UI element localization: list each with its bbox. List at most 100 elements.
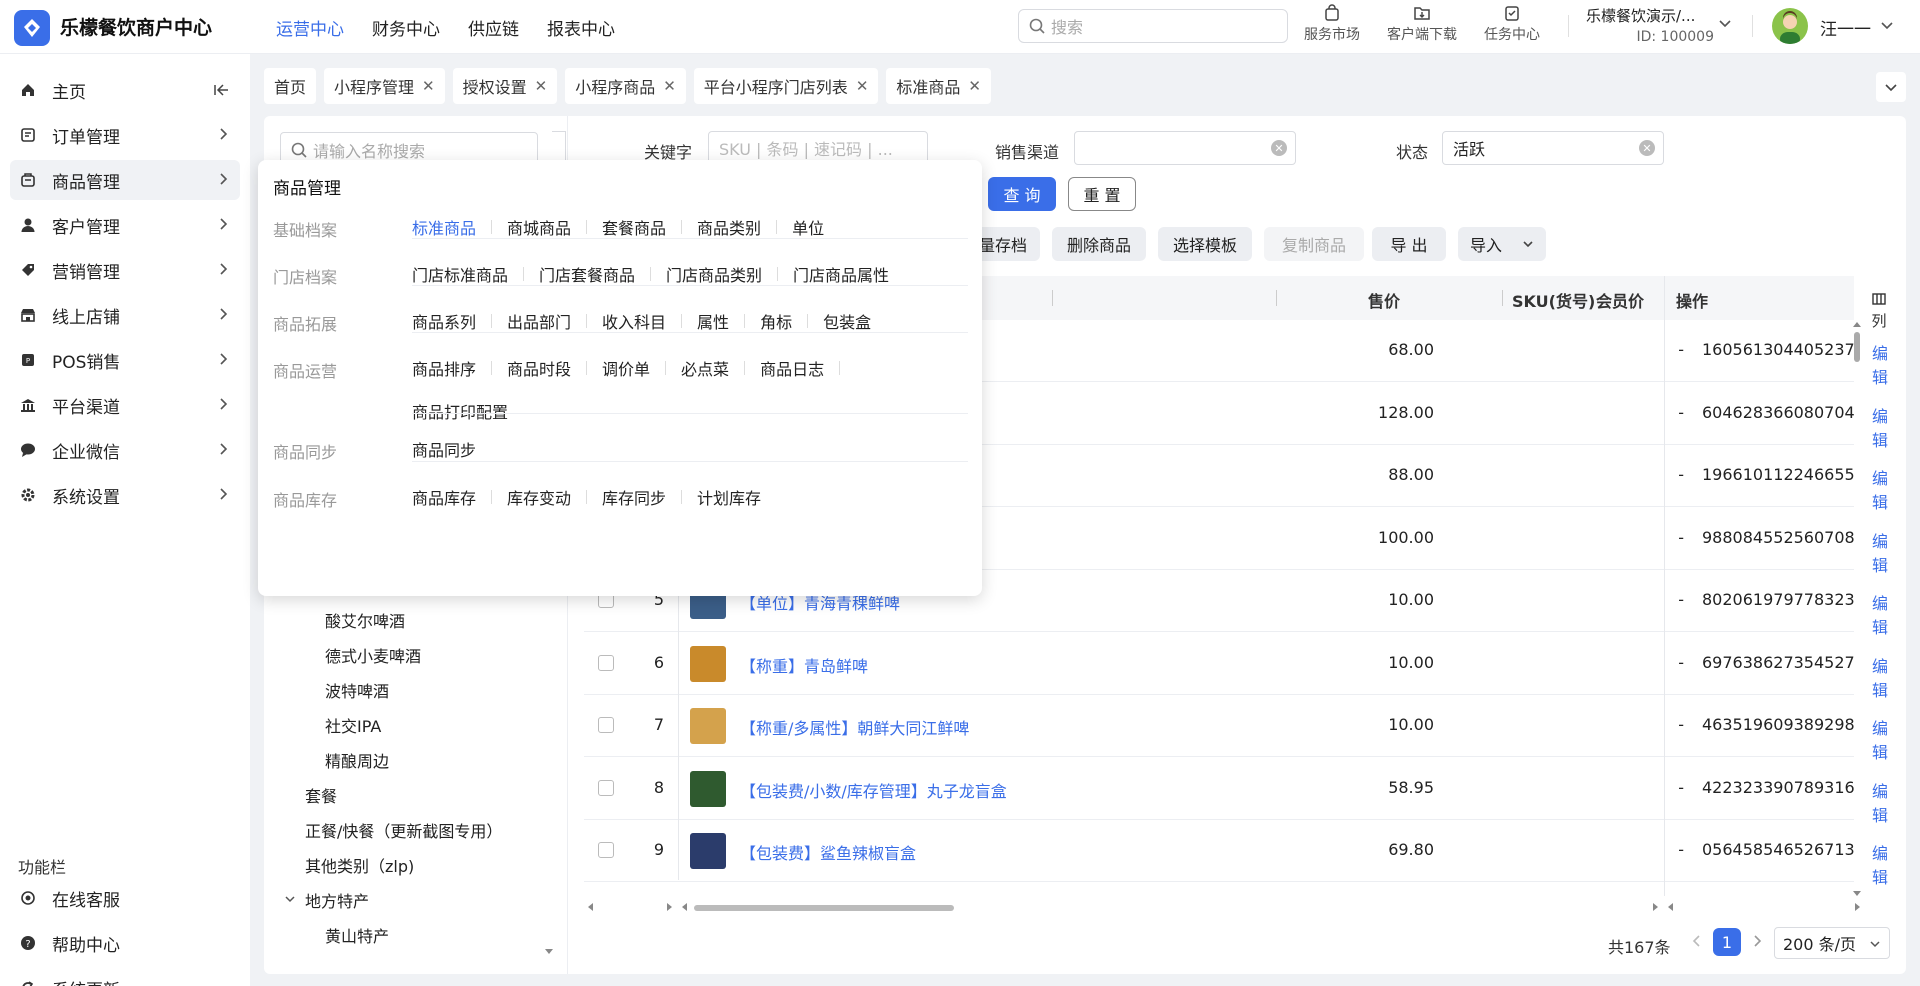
- menu-item[interactable]: 库存同步: [602, 485, 666, 509]
- scroll-left-icon[interactable]: [1666, 902, 1674, 912]
- sidebar-item-settings[interactable]: 系统设置: [10, 475, 240, 515]
- edit-link[interactable]: 编辑: [1872, 465, 1888, 513]
- chevron-left-icon[interactable]: [1690, 934, 1704, 948]
- tabs-dropdown-button[interactable]: [1876, 72, 1906, 102]
- close-icon[interactable]: ✕: [856, 77, 869, 95]
- menu-item[interactable]: 必点菜: [681, 356, 729, 380]
- sidebar-item-wecom[interactable]: 企业微信: [10, 430, 240, 470]
- sidebar-item-marketing[interactable]: 营销管理: [10, 250, 240, 290]
- close-icon[interactable]: ✕: [535, 77, 548, 95]
- tree-node[interactable]: 德式小麦啤酒: [325, 643, 421, 667]
- sidebar-item-pos[interactable]: P POS销售: [10, 340, 240, 380]
- menu-item[interactable]: 计划库存: [697, 485, 761, 509]
- sidebar-item-platform-channel[interactable]: 平台渠道: [10, 385, 240, 425]
- nav-operations[interactable]: 运营中心: [276, 15, 344, 40]
- menu-item[interactable]: 门店套餐商品: [539, 262, 635, 286]
- nav-supply-chain[interactable]: 供应链: [468, 15, 519, 40]
- close-icon[interactable]: ✕: [663, 77, 676, 95]
- menu-item[interactable]: 库存变动: [507, 485, 571, 509]
- scroll-up-icon[interactable]: [1852, 320, 1862, 328]
- menu-item[interactable]: 单位: [792, 215, 824, 239]
- col-price[interactable]: 售价: [1230, 288, 1400, 312]
- menu-item[interactable]: 商城商品: [507, 215, 571, 239]
- clear-icon[interactable]: ✕: [1639, 140, 1655, 156]
- import-button[interactable]: 导入: [1458, 227, 1546, 261]
- scroll-right-icon[interactable]: [1652, 902, 1660, 912]
- page-size-select[interactable]: 200 条/页: [1774, 927, 1890, 959]
- menu-item[interactable]: 商品时段: [507, 356, 571, 380]
- menu-item[interactable]: 调价单: [602, 356, 650, 380]
- tree-node[interactable]: 地方特产: [305, 888, 369, 912]
- tab-miniapp-products[interactable]: 小程序商品 ✕: [565, 68, 686, 104]
- edit-link[interactable]: 编辑: [1872, 590, 1888, 638]
- tree-node[interactable]: 酸艾尔啤酒: [325, 608, 405, 632]
- company-switcher[interactable]: 乐檬餐饮演示/... ID: 100009: [1586, 5, 1726, 45]
- menu-item[interactable]: 门店商品类别: [666, 262, 762, 286]
- nav-finance[interactable]: 财务中心: [372, 15, 440, 40]
- product-name-link[interactable]: 【称重/多属性】朝鲜大同江鲜啤: [740, 715, 969, 739]
- menu-item[interactable]: 角标: [760, 309, 792, 333]
- user-name[interactable]: 汪一一: [1820, 15, 1871, 40]
- sidebar-system-update[interactable]: 系统更新: [10, 968, 240, 986]
- nav-reports[interactable]: 报表中心: [547, 15, 615, 40]
- sidebar-item-products[interactable]: 商品管理: [10, 160, 240, 200]
- edit-link[interactable]: 编辑: [1872, 715, 1888, 763]
- scroll-left-icon[interactable]: [680, 902, 688, 912]
- copy-product-button[interactable]: 复制商品: [1264, 227, 1364, 261]
- product-name-link[interactable]: 【包装费】鲨鱼辣椒盲盒: [740, 840, 916, 864]
- menu-item[interactable]: 出品部门: [507, 309, 571, 333]
- menu-item[interactable]: 门店标准商品: [412, 262, 508, 286]
- edit-link[interactable]: 编辑: [1872, 340, 1888, 388]
- edit-link[interactable]: 编辑: [1872, 778, 1888, 826]
- menu-item[interactable]: 收入科目: [602, 309, 666, 333]
- tab-auth-settings[interactable]: 授权设置 ✕: [452, 68, 558, 104]
- menu-item[interactable]: 商品类别: [697, 215, 761, 239]
- reset-button[interactable]: 重 置: [1068, 177, 1136, 211]
- tree-node[interactable]: 套餐: [305, 783, 337, 807]
- scroll-right-icon[interactable]: [666, 902, 674, 912]
- brand-logo-icon[interactable]: [14, 10, 50, 46]
- clear-icon[interactable]: ✕: [1271, 140, 1287, 156]
- select-template-button[interactable]: 选择模板: [1158, 227, 1252, 261]
- menu-item[interactable]: 包装盒: [823, 309, 871, 333]
- sidebar-item-orders[interactable]: 订单管理: [10, 115, 240, 155]
- menu-item[interactable]: 商品库存: [412, 485, 476, 509]
- client-download-button[interactable]: 客户端下载: [1382, 4, 1462, 44]
- menu-item[interactable]: 商品排序: [412, 356, 476, 380]
- status-select[interactable]: 活跃 ✕: [1442, 131, 1664, 165]
- chevron-down-icon[interactable]: [1880, 18, 1894, 32]
- avatar[interactable]: [1772, 8, 1808, 44]
- query-button[interactable]: 查 询: [988, 177, 1056, 211]
- tab-store-list[interactable]: 平台小程序门店列表 ✕: [693, 68, 879, 104]
- scroll-down-icon[interactable]: [544, 946, 554, 956]
- row-checkbox[interactable]: [598, 717, 614, 733]
- column-settings[interactable]: 列: [1868, 292, 1890, 331]
- tree-node[interactable]: 精酿周边: [325, 748, 389, 772]
- menu-item[interactable]: 商品同步: [412, 437, 476, 461]
- sidebar-item-home[interactable]: 主页: [10, 70, 240, 110]
- row-checkbox[interactable]: [598, 842, 614, 858]
- chevron-down-icon[interactable]: [284, 893, 296, 905]
- row-checkbox[interactable]: [598, 779, 614, 796]
- chevron-right-icon[interactable]: [1750, 934, 1764, 948]
- menu-item[interactable]: 门店商品属性: [793, 262, 889, 286]
- tab-home[interactable]: 首页: [264, 68, 317, 104]
- tree-node[interactable]: 正餐/快餐（更新截图专用）: [305, 818, 502, 842]
- menu-item[interactable]: 属性: [697, 309, 729, 333]
- edit-link[interactable]: 编辑: [1872, 403, 1888, 451]
- tree-node[interactable]: 其他类别（zlp): [305, 853, 414, 877]
- tab-miniapp-manage[interactable]: 小程序管理 ✕: [324, 68, 445, 104]
- pagination-page-1[interactable]: 1: [1713, 928, 1741, 956]
- menu-item[interactable]: 套餐商品: [602, 215, 666, 239]
- product-name-link[interactable]: 【称重】青岛鲜啤: [740, 653, 868, 677]
- global-search-input[interactable]: 搜索: [1018, 9, 1288, 43]
- horizontal-scrollbar[interactable]: [694, 905, 954, 911]
- service-market-button[interactable]: 服务市场: [1292, 4, 1372, 44]
- product-name-link[interactable]: 【包装费/小数/库存管理】丸子龙盲盒: [740, 778, 1007, 802]
- vertical-scrollbar[interactable]: [1854, 332, 1860, 362]
- sidebar-item-online-store[interactable]: 线上店铺: [10, 295, 240, 335]
- export-button[interactable]: 导 出: [1372, 227, 1446, 261]
- menu-item[interactable]: 商品日志: [760, 356, 824, 380]
- collapse-sidebar-icon[interactable]: [214, 82, 230, 98]
- tree-node[interactable]: 黄山特产: [325, 923, 389, 947]
